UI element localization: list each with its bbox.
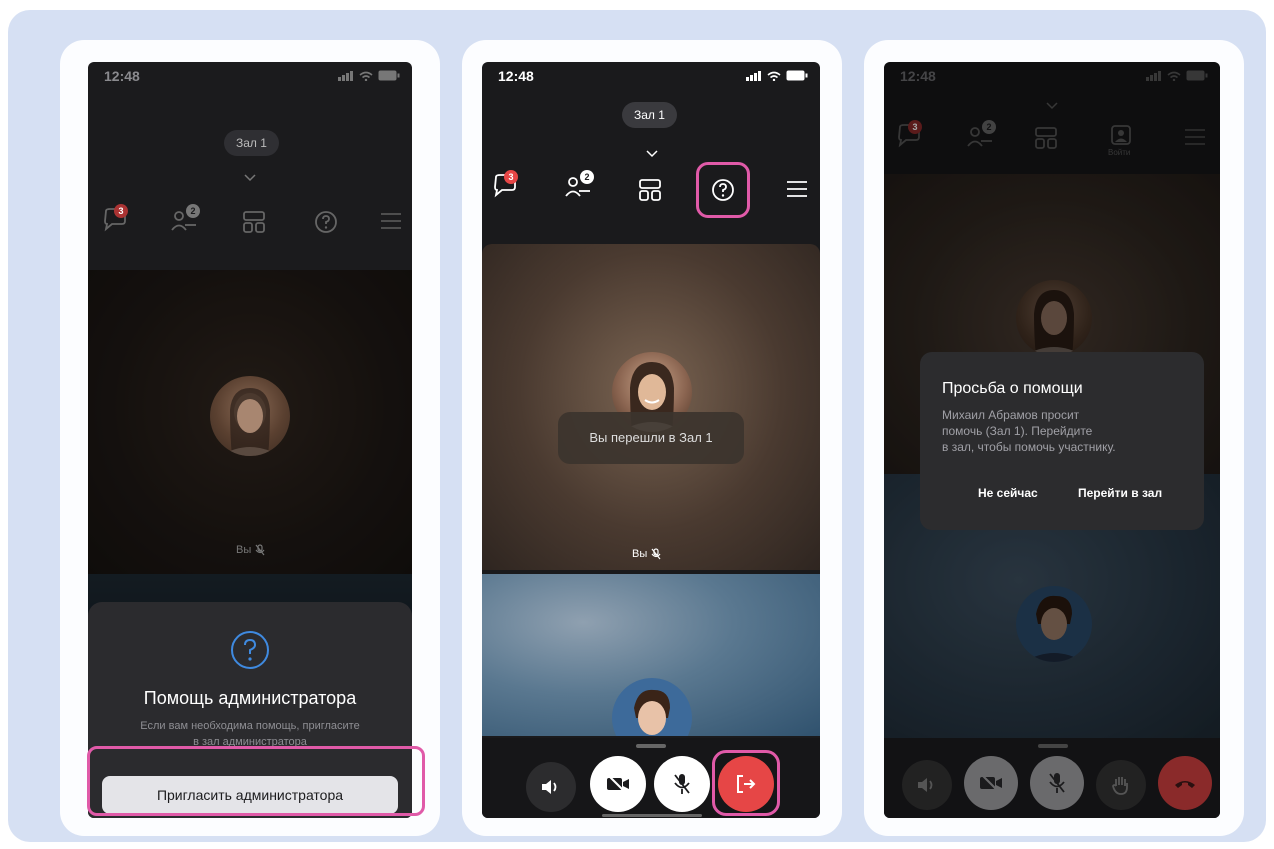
speaker-icon [918,778,933,792]
signal-icon [746,70,761,81]
video-tile-self: Вы перешли в Зал 1 Вы [482,244,820,570]
mic-off-icon [674,774,690,794]
home-indicator [602,814,702,817]
camera-off-button[interactable] [590,756,646,812]
background-panel: 12:48 Зал 1 3 2 Вы Помощь администратора… [8,10,1266,842]
go-to-room-button[interactable]: Перейти в зал [1078,486,1162,500]
hang-up-icon [1175,781,1195,788]
call-controls-bar [884,738,1220,818]
participants-icon[interactable]: 2 [564,170,598,200]
phone-screen-3: 12:48 3 2 Войти Просьба о помощи Михаил … [884,62,1220,818]
status-time: 12:48 [498,68,534,84]
drag-handle[interactable] [636,744,666,748]
help-request-dialog: Просьба о помощи Михаил Абрамов просит п… [920,352,1204,530]
screen-card-2: 12:48 Зал 1 3 2 Вы перешли в Зал 1 Вы [462,40,842,836]
call-controls-bar [482,738,820,818]
camera-off-button[interactable] [964,756,1018,810]
screen-card-3: 12:48 3 2 Войти Просьба о помощи Михаил … [864,40,1244,836]
participants-icon[interactable]: 2 [170,204,204,234]
raise-hand-button[interactable] [1096,760,1146,810]
wifi-icon [767,71,781,81]
self-name: Вы [632,548,648,560]
signal-icon [338,70,353,81]
not-now-button[interactable]: Не сейчас [978,486,1038,500]
mic-muted-icon [651,548,661,560]
mic-off-icon [1049,773,1065,793]
menu-icon[interactable] [380,212,402,230]
camera-off-icon [980,774,1002,792]
dialog-title: Просьба о помощи [942,380,1083,397]
chat-badge: 3 [504,170,518,184]
video-tile-self: Вы [88,270,412,574]
speaker-button[interactable] [902,760,952,810]
room-pill[interactable]: Зал 1 [622,102,677,128]
chat-icon[interactable]: 3 [492,170,522,200]
mic-off-button[interactable] [1030,756,1084,810]
chat-icon[interactable]: 3 [102,204,132,234]
participant-avatar-2 [612,678,692,736]
video-tile-other [482,574,820,736]
phone-screen-1: 12:48 Зал 1 3 2 Вы Помощь администратора… [88,62,412,818]
layout-icon[interactable] [242,210,266,234]
self-label: Вы [632,548,661,560]
highlight-help-icon [696,162,750,218]
battery-icon [378,70,400,81]
system-icons [338,70,400,81]
end-call-button[interactable] [1158,756,1212,810]
participants-badge: 2 [580,170,594,184]
room-pill[interactable]: Зал 1 [224,130,279,156]
menu-icon[interactable] [786,180,808,198]
chevron-down-icon[interactable] [244,174,256,182]
help-icon[interactable] [314,210,338,234]
dialog-body-line2: помочь (Зал 1). Перейдите [942,424,1093,438]
wifi-icon [359,71,373,81]
highlight-invite-button [87,746,425,816]
sheet-description-line1: Если вам необходима помощь, пригласите [140,720,360,732]
mic-muted-icon [255,544,265,556]
status-time: 12:48 [104,68,140,84]
self-label: Вы [236,544,265,556]
hand-icon [1112,777,1128,795]
layout-icon[interactable] [638,178,662,202]
highlight-leave-button [712,750,780,816]
speaker-icon [542,780,557,794]
toast-moved-to-room: Вы перешли в Зал 1 [558,412,744,464]
mic-off-button[interactable] [654,756,710,812]
system-icons [746,70,808,81]
participant-avatar [210,376,290,456]
participants-badge: 2 [186,204,200,218]
status-bar: 12:48 [88,62,412,92]
screen-card-1: 12:48 Зал 1 3 2 Вы Помощь администратора… [60,40,440,836]
phone-screen-2: 12:48 Зал 1 3 2 Вы перешли в Зал 1 Вы [482,62,820,818]
speaker-button[interactable] [526,762,576,812]
sheet-title: Помощь администратора [143,688,357,708]
battery-icon [786,70,808,81]
self-name: Вы [236,544,252,556]
camera-off-icon [607,775,629,793]
status-bar: 12:48 [482,62,820,92]
chat-badge: 3 [114,204,128,218]
dialog-body-line1: Михаил Абрамов просит [942,408,1080,422]
drag-handle[interactable] [1038,744,1068,748]
chevron-down-icon[interactable] [646,150,658,158]
dialog-body-line3: в зал, чтобы помочь участнику. [942,440,1116,454]
help-circle-icon [231,631,269,669]
